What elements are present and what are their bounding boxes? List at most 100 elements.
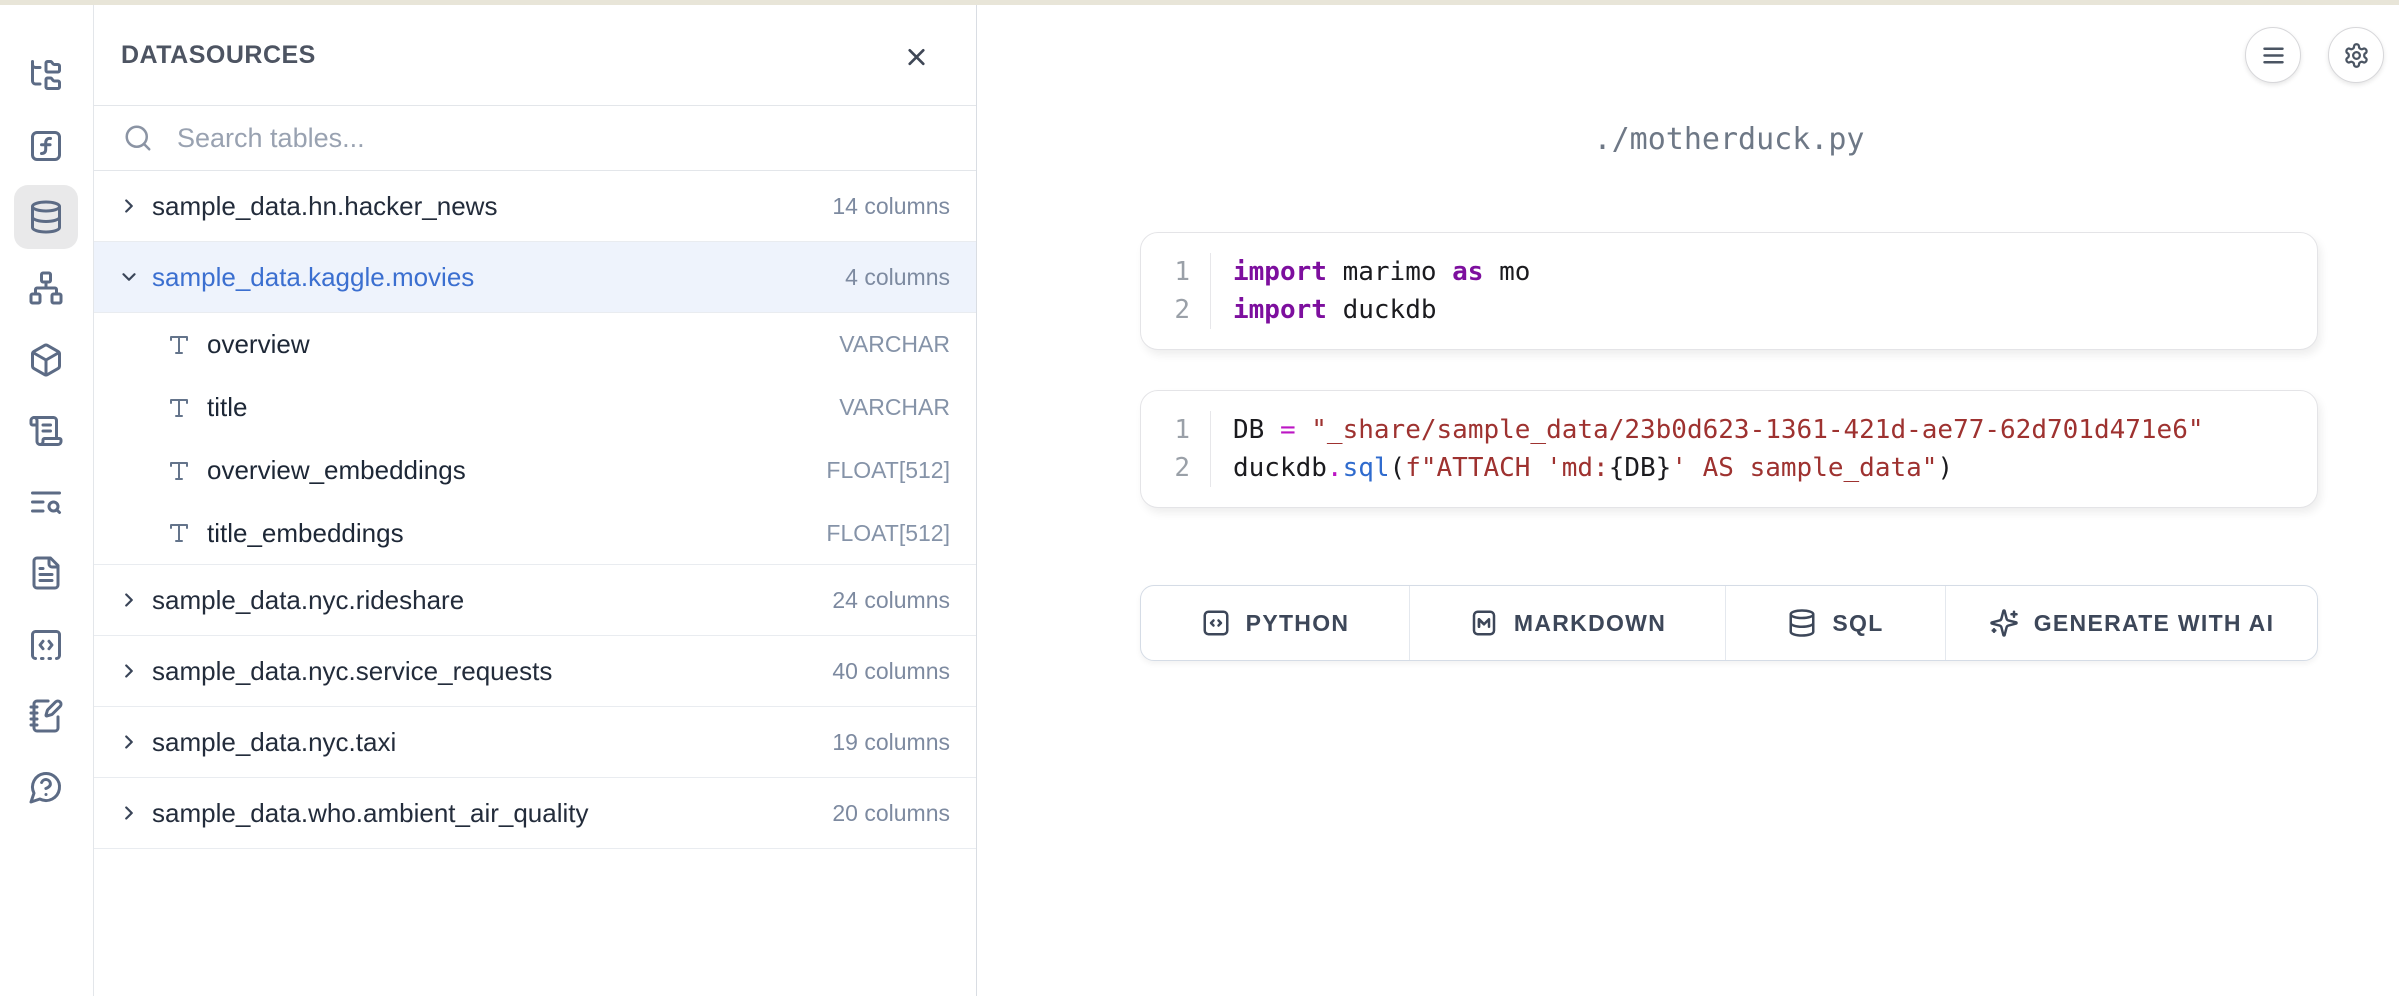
type-icon [167,459,191,483]
sparkles-icon [1989,608,2019,638]
code-cell[interactable]: 12 DB = "_share/sample_data/23b0d623-1361… [1140,390,2318,508]
rail-item-dependencies[interactable] [14,256,78,320]
rail-item-datasources[interactable] [14,185,78,249]
datasources-panel: DATASOURCES sample_data.hn.hacker_news 14… [93,5,977,996]
rail-item-logs[interactable] [14,399,78,463]
scroll-text-icon [28,413,64,449]
token-kw: as [1452,257,1483,287]
file-text-icon [28,555,64,591]
datasource-table-row[interactable]: sample_data.nyc.taxi19 columns [94,707,976,778]
datasource-table-row[interactable]: sample_data.hn.hacker_news 14 columns [94,171,976,242]
rail-item-documentation[interactable] [14,541,78,605]
code-line: import marimo as mo [1233,253,2317,291]
rail-item-packages[interactable] [14,328,78,392]
code-area: DB = "_share/sample_data/23b0d623-1361-4… [1211,411,2317,487]
token-op: . [1327,453,1343,483]
marimo-app: DATASOURCES sample_data.hn.hacker_news14… [0,0,2399,996]
type-icon [167,521,191,545]
column-name: overview_embeddings [207,455,466,486]
line-number: 1 [1141,253,1190,291]
datasource-table-row[interactable]: sample_data.kaggle.movies4 columns [94,242,976,313]
type-icon [167,396,191,420]
folder-tree-icon [28,57,64,93]
code-square-dashed-icon [28,627,64,663]
table-search-bar [94,106,976,171]
token-op: = [1280,415,1296,445]
token-pl: duckdb [1233,453,1327,483]
search-input[interactable] [175,122,976,155]
datasources-panel-header: DATASOURCES [94,5,976,106]
notebook-filename[interactable]: ./motherduck.py [1140,122,2318,157]
function-square-icon [28,128,64,164]
line-number: 2 [1141,291,1190,329]
table-name: sample_data.nyc.rideshare [152,585,464,616]
token-kw: import [1233,295,1327,325]
column-count: 20 columns [832,800,950,827]
token-str: f"ATTACH 'md: [1405,453,1609,483]
datasource-table-row[interactable]: sample_data.nyc.service_requests40 colum… [94,636,976,707]
column-count: 24 columns [832,587,950,614]
rail-item-tracing[interactable] [14,470,78,534]
datasource-column-row[interactable]: title VARCHAR [94,376,976,439]
column-type: VARCHAR [839,394,950,421]
token-str: "_share/sample_data/23b0d623-1361-421d-a… [1311,415,2203,445]
token-fn: sql [1343,453,1390,483]
column-name: overview [207,329,310,360]
chevron-right-icon [118,660,140,682]
add-cell-button-sql[interactable]: SQL [1726,586,1946,660]
datasource-column-row[interactable]: overview_embeddingsFLOAT[512] [94,439,976,502]
line-number: 2 [1141,449,1190,487]
add-cell-button-label: MARKDOWN [1514,610,1666,637]
code-square-icon [1201,608,1231,638]
column-name: title_embeddings [207,518,404,549]
token-pl: marimo [1327,257,1452,287]
column-type: VARCHAR [839,331,950,358]
token-pl: DB [1233,415,1280,445]
column-name: title [207,392,247,423]
chevron-right-icon [118,195,140,217]
chevron-right-icon [118,802,140,824]
code-line: duckdb.sql(f"ATTACH 'md:{DB}' AS sample_… [1233,449,2317,487]
datasource-table-row[interactable]: sample_data.who.ambient_air_quality 20 co… [94,778,976,849]
chevron-right-icon [118,731,140,753]
add-cell-button-label: SQL [1832,610,1883,637]
search-icon [123,123,153,153]
line-number-gutter: 12 [1141,253,1211,329]
add-cell-button-markdown[interactable]: MARKDOWN [1410,586,1726,660]
database-icon [28,199,64,235]
add-cell-button-python[interactable]: PYTHON [1141,586,1410,660]
add-cell-bar: PYTHON MARKDOWN SQL GENERATE WITH AI [1140,585,2318,661]
table-name: sample_data.who.ambient_air_quality [152,798,589,829]
table-name: sample_data.nyc.service_requests [152,656,552,687]
token-pl: ) [1937,453,1953,483]
chevron-right-icon [118,589,140,611]
notebook-pen-icon [28,698,64,734]
token-pl: duckdb [1327,295,1437,325]
column-count: 14 columns [832,193,950,220]
datasource-column-row[interactable]: title_embeddingsFLOAT[512] [94,502,976,565]
table-list: sample_data.hn.hacker_news14 columnssamp… [94,171,976,849]
message-question-icon [28,769,64,805]
rail-item-file-explorer[interactable] [14,43,78,107]
network-icon [28,270,64,306]
add-cell-button-label: GENERATE WITH AI [2034,610,2275,637]
panel-title: DATASOURCES [121,41,316,70]
close-panel-button[interactable] [896,37,936,77]
code-line: DB = "_share/sample_data/23b0d623-1361-4… [1233,411,2317,449]
line-number-gutter: 12 [1141,411,1211,487]
rail-item-variables[interactable] [14,114,78,178]
column-count: 4 columns [845,264,950,291]
datasource-table-row[interactable]: sample_data.nyc.rideshare 24 columns [94,565,976,636]
notebook-menu-button[interactable] [2245,27,2301,83]
rail-item-snippets[interactable] [14,613,78,677]
token-pl: mo [1483,257,1530,287]
token-pl: ( [1390,453,1406,483]
code-cell[interactable]: 12 import marimo as mo import duckdb [1140,232,2318,350]
datasource-column-row[interactable]: overview VARCHAR [94,313,976,376]
add-cell-button-generate-with-ai[interactable]: GENERATE WITH AI [1946,586,2317,660]
token-str: ' AS sample_data" [1671,453,1937,483]
settings-button[interactable] [2328,27,2384,83]
rail-item-chat[interactable] [14,755,78,819]
rail-item-scratchpad[interactable] [14,684,78,748]
table-name: sample_data.hn.hacker_news [152,191,497,222]
